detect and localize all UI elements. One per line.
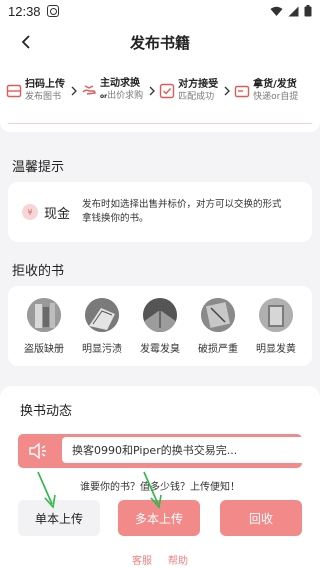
multi-upload-button[interactable]: 多本上传 bbox=[118, 500, 200, 536]
exchange-hand-icon bbox=[82, 84, 96, 95]
step-subtitle: 发布图书 bbox=[25, 91, 62, 102]
stained-book-image bbox=[85, 298, 119, 332]
news-ticker: 换客0990和Piper的换书交易完... bbox=[18, 434, 316, 468]
step-title: 对方接受 bbox=[178, 78, 219, 90]
step-title: 扫码上传 bbox=[25, 78, 65, 90]
divider bbox=[8, 123, 312, 124]
step-subtitle: 出价求购 bbox=[107, 91, 144, 101]
yen-icon: ¥ bbox=[22, 204, 38, 220]
help-link[interactable]: 帮助 bbox=[168, 552, 188, 567]
customer-service-link[interactable]: 客服 bbox=[132, 552, 152, 567]
tips-card: ¥ 现金 发布时如选择出售并标价，对方可以交换的形式拿钱换你的书。 bbox=[8, 182, 312, 242]
instagram-icon bbox=[46, 5, 59, 17]
reject-item-label: 盗版缺册 bbox=[24, 344, 64, 355]
status-time: 12:38 bbox=[8, 3, 41, 19]
footer-links: 客服 帮助 bbox=[0, 552, 320, 567]
signal-icon bbox=[288, 6, 299, 16]
pirated-book-image bbox=[27, 298, 61, 332]
tips-label: 现金 bbox=[44, 206, 71, 222]
status-bar: 12:38 bbox=[0, 0, 320, 22]
reject-card: 盗版缺册 明显污渍 发霉发臭 破损严重 明显发黄 bbox=[8, 286, 312, 366]
upload-hint: 谁要你的书？值多少钱？上传便知！ bbox=[80, 482, 240, 493]
tips-description: 发布时如选择出售并标价，对方可以交换的形式拿钱换你的书。 bbox=[82, 199, 282, 224]
moldy-book-image bbox=[143, 298, 177, 332]
check-box-icon bbox=[159, 83, 175, 98]
reject-item-label: 明显发黄 bbox=[256, 344, 296, 355]
app-header: 发布书籍 bbox=[0, 22, 320, 62]
process-steps: 扫码上传 发布图书 主动求换 or出价求购 对方接受 匹配成功 拿货/发货 快递… bbox=[0, 62, 320, 132]
reject-item: 明显发黄 bbox=[248, 298, 304, 366]
step-delivery: 拿货/发货 快递or自提 bbox=[234, 79, 298, 103]
chevron-right-icon bbox=[71, 86, 77, 95]
reject-item: 发霉发臭 bbox=[132, 298, 188, 366]
step-title: 拿货/发货 bbox=[253, 78, 297, 90]
step-subtitle: 匹配成功 bbox=[178, 91, 215, 102]
reject-item: 明显污渍 bbox=[74, 298, 130, 366]
package-icon bbox=[234, 85, 250, 97]
reject-section-title: 拒收的书 bbox=[12, 264, 65, 279]
speaker-icon bbox=[29, 443, 46, 459]
step-subtitle: 快递or自提 bbox=[253, 91, 299, 102]
chevron-right-icon bbox=[149, 86, 156, 95]
damaged-book-image bbox=[201, 298, 235, 332]
yellowed-book-image bbox=[259, 298, 293, 332]
step-scan-upload: 扫码上传 发布图书 bbox=[6, 79, 65, 103]
reject-item-label: 发霉发臭 bbox=[140, 344, 180, 355]
news-text: 换客0990和Piper的换书交易完... bbox=[62, 437, 316, 463]
reject-item-label: 破损严重 bbox=[198, 344, 238, 355]
status-icons bbox=[270, 5, 312, 17]
single-upload-button[interactable]: 单本上传 bbox=[18, 500, 100, 536]
exchange-panel: 换书动态 换客0990和Piper的换书交易完... 谁要你的书？值多少钱？上传… bbox=[0, 386, 320, 568]
reject-item: 盗版缺册 bbox=[16, 298, 72, 366]
reject-item: 破损严重 bbox=[190, 298, 246, 366]
recycle-button[interactable]: 回收 bbox=[220, 500, 302, 536]
reject-item-label: 明显污渍 bbox=[82, 344, 122, 355]
page-title: 发布书籍 bbox=[129, 33, 190, 52]
chevron-right-icon bbox=[224, 86, 231, 95]
battery-icon bbox=[304, 5, 312, 17]
step-request-exchange: 主动求换 or出价求购 bbox=[81, 78, 143, 103]
wifi-icon bbox=[270, 6, 283, 16]
back-arrow-icon[interactable] bbox=[16, 32, 36, 52]
scan-icon bbox=[6, 84, 22, 97]
exchange-title: 换书动态 bbox=[20, 404, 73, 419]
step-accept: 对方接受 匹配成功 bbox=[159, 79, 218, 103]
step-title: 主动求换 bbox=[100, 78, 140, 89]
tips-section-title: 温馨提示 bbox=[12, 160, 65, 175]
